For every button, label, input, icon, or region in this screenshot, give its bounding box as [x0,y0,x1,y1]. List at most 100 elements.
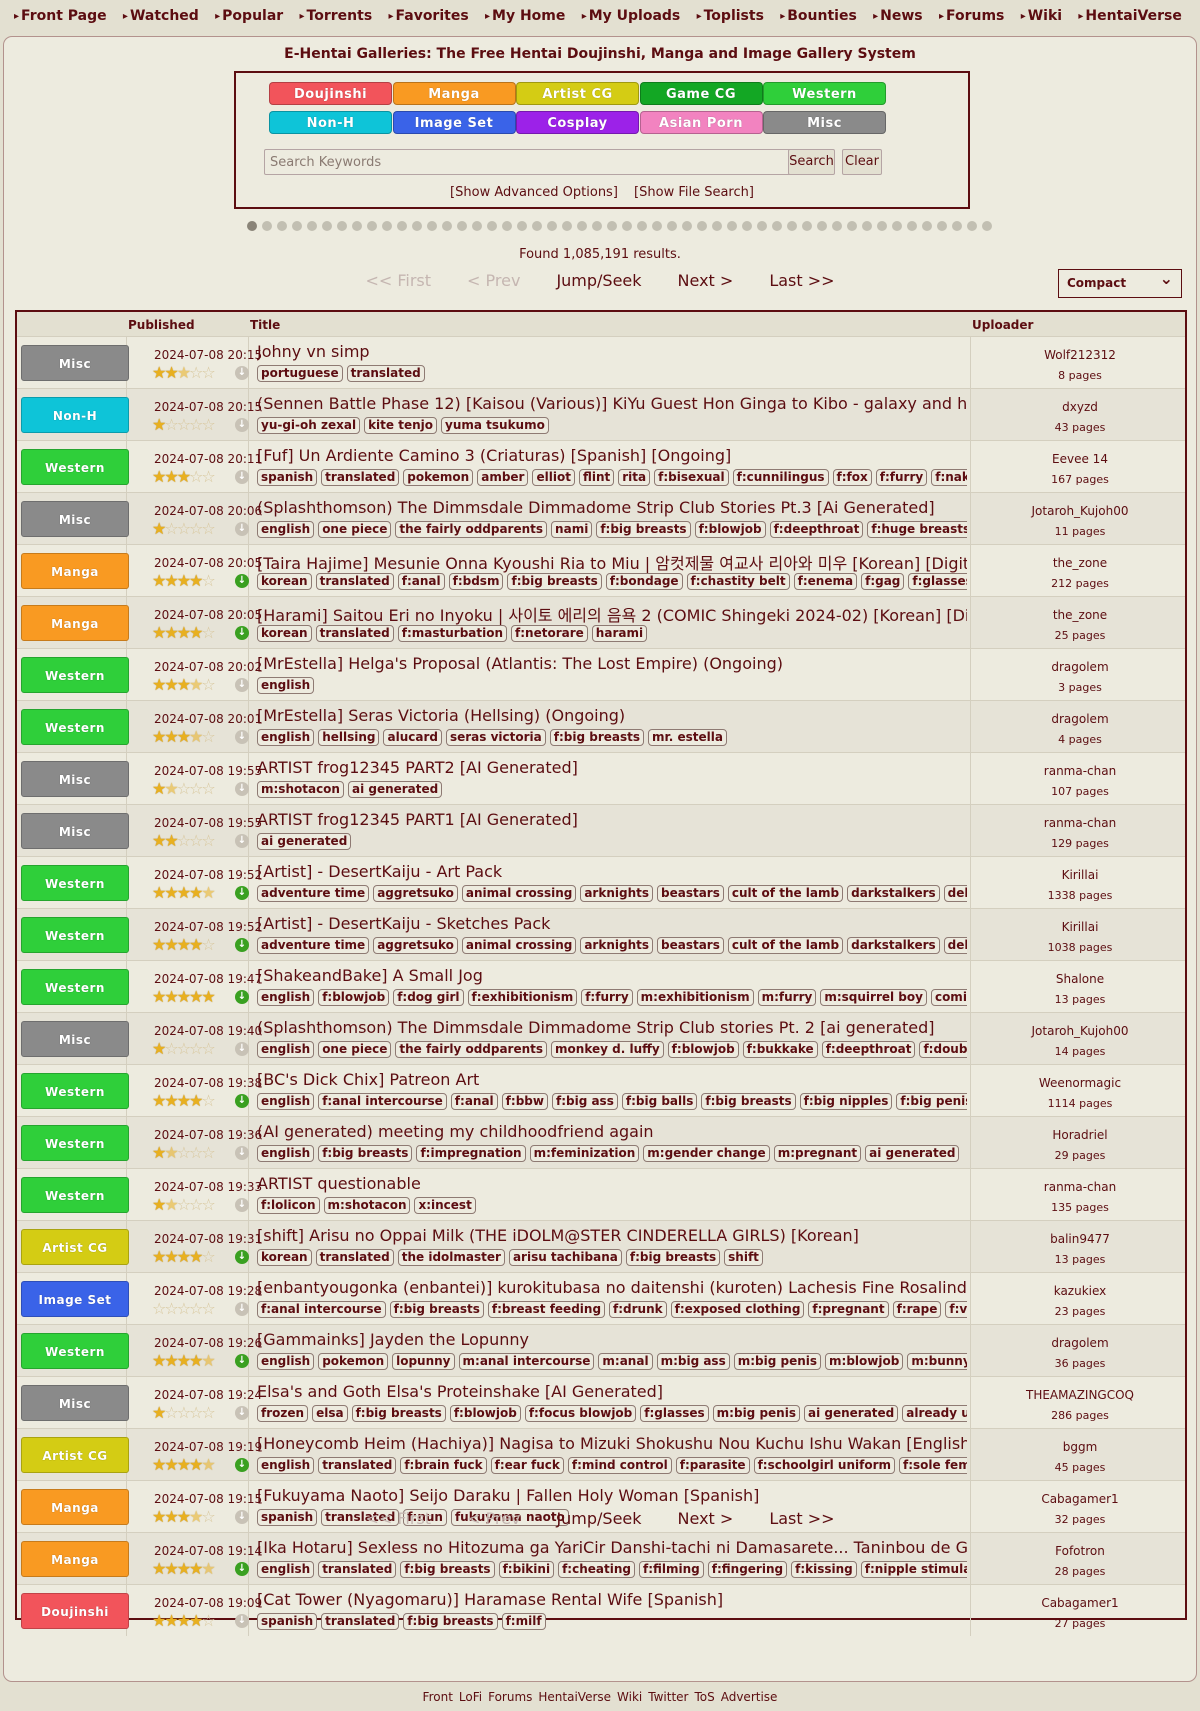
category-badge[interactable]: Misc [21,1385,129,1421]
tag[interactable]: lopunny [392,1353,455,1370]
tag[interactable]: translated [321,469,400,486]
tag[interactable]: spanish [257,1613,318,1630]
category-badge[interactable]: Manga [21,605,129,641]
tag[interactable]: ai generated [257,833,352,850]
uploader-link[interactable]: kazukiex [975,1284,1185,1298]
tag[interactable]: yu-gi-oh zexal [257,417,361,434]
page-dot[interactable] [532,221,542,231]
tag[interactable]: f:filming [638,1561,704,1578]
page-dot[interactable] [517,221,527,231]
gallery-title-link[interactable]: Elsa's and Goth Elsa's Proteinshake [AI … [257,1382,967,1401]
torrent-icon[interactable]: ↓ [235,626,249,640]
footer-link-front[interactable]: Front [423,1690,453,1704]
category-badge[interactable]: Misc [21,761,129,797]
page-dot[interactable] [892,221,902,231]
page-dot[interactable] [937,221,947,231]
tag[interactable]: f:bbw [501,1093,548,1110]
nav-link-wiki[interactable]: Wiki [1021,8,1062,24]
page-dot[interactable] [337,221,347,231]
uploader-link[interactable]: Kirillai [975,920,1185,934]
first-page-link[interactable]: << First [365,271,431,290]
tag[interactable]: korean [257,625,312,642]
page-dot[interactable] [652,221,662,231]
page-dot[interactable] [907,221,917,231]
tag[interactable]: kite tenjo [364,417,437,434]
gallery-title-link[interactable]: (Splashthomson) The Dimmsdale Dimmadome … [257,498,967,517]
gallery-title-link[interactable]: [Artist] - DesertKaiju - Sketches Pack [257,914,967,933]
uploader-link[interactable]: Jotaroh_Kujoh00 [975,504,1185,518]
page-dot[interactable] [727,221,737,231]
tag[interactable]: adventure time [257,937,370,954]
nav-link-my-home[interactable]: My Home [485,8,565,24]
tag[interactable]: m:gender change [643,1145,770,1162]
tag[interactable]: english [257,1561,315,1578]
page-dot[interactable] [487,221,497,231]
page-dot[interactable] [667,221,677,231]
torrent-icon[interactable]: ↓ [235,886,249,900]
tag[interactable]: f:gag [861,573,905,590]
category-badge[interactable]: Misc [21,813,129,849]
gallery-title-link[interactable]: [ShakeandBake] A Small Jog [257,966,967,985]
category-filter-artist-cg[interactable]: Artist CG [516,82,639,105]
page-dot[interactable] [457,221,467,231]
tag[interactable]: f:impregnation [416,1145,526,1162]
uploader-link[interactable]: the_zone [975,608,1185,622]
page-dot[interactable] [712,221,722,231]
nav-link-favorites[interactable]: Favorites [388,8,469,24]
nav-link-torrents[interactable]: Torrents [300,8,373,24]
category-badge[interactable]: Image Set [21,1281,129,1317]
tag[interactable]: f:drunk [609,1301,667,1318]
page-dot[interactable] [577,221,587,231]
tag[interactable]: elliot [532,469,575,486]
tag[interactable]: monkey d. luffy [551,1041,664,1058]
page-dot[interactable] [637,221,647,231]
last-page-link[interactable]: Last >> [769,1509,834,1528]
category-filter-game-cg[interactable]: Game CG [639,82,763,105]
tag[interactable]: yuma tsukumo [441,417,549,434]
tag[interactable]: aggretsuko [373,937,458,954]
tag[interactable]: f:blowjob [318,989,390,1006]
uploader-link[interactable]: Weenormagic [975,1076,1185,1090]
uploader-link[interactable]: Fofotron [975,1544,1185,1558]
category-badge[interactable]: Artist CG [21,1437,129,1473]
tag[interactable]: f:big breasts [507,573,602,590]
page-dot[interactable] [982,221,992,231]
tag[interactable]: f:big nipples [799,1093,893,1110]
gallery-title-link[interactable]: ARTIST frog12345 PART1 [AI Generated] [257,810,967,829]
page-dot[interactable] [697,221,707,231]
tag[interactable]: f:big ass [551,1093,618,1110]
tag[interactable]: portuguese [257,365,343,382]
torrent-icon[interactable]: ↓ [235,574,249,588]
tag[interactable]: english [257,1457,315,1474]
tag[interactable]: english [257,989,315,1006]
gallery-title-link[interactable]: [Taira Hajime] Mesunie Onna Kyoushi Ria … [257,550,967,574]
tag[interactable]: m:shotacon [257,781,344,798]
footer-link-wiki[interactable]: Wiki [617,1690,642,1704]
tag[interactable]: m:big ass [656,1353,730,1370]
tag[interactable]: f:big breasts [625,1249,721,1266]
tag[interactable]: rita [618,469,651,486]
tag[interactable]: m:anal [598,1353,653,1370]
tag[interactable]: f:furry [581,989,633,1006]
jump-seek-link[interactable]: Jump/Seek [556,271,641,290]
tag[interactable]: f:huge breasts [867,521,967,538]
tag[interactable]: alucard [383,729,442,746]
page-dot[interactable] [877,221,887,231]
page-dot[interactable] [862,221,872,231]
torrent-icon[interactable]: ↓ [235,938,249,952]
tag[interactable]: f:fox [832,469,872,486]
next-page-link[interactable]: Next > [678,271,734,290]
category-badge[interactable]: Western [21,1333,129,1369]
tag[interactable]: m:bunny boy [907,1353,967,1370]
page-dot[interactable] [952,221,962,231]
tag[interactable]: english [257,521,315,538]
tag[interactable]: m:blowjob [825,1353,904,1370]
tag[interactable]: animal crossing [461,937,577,954]
tag[interactable]: m:big penis [733,1353,822,1370]
tag[interactable]: f:bdsm [448,573,504,590]
jump-seek-link[interactable]: Jump/Seek [556,1509,641,1528]
tag[interactable]: f:nakadashi [931,469,967,486]
uploader-link[interactable]: Cabagamer1 [975,1596,1185,1610]
category-badge[interactable]: Western [21,969,129,1005]
tag[interactable]: english [257,729,315,746]
